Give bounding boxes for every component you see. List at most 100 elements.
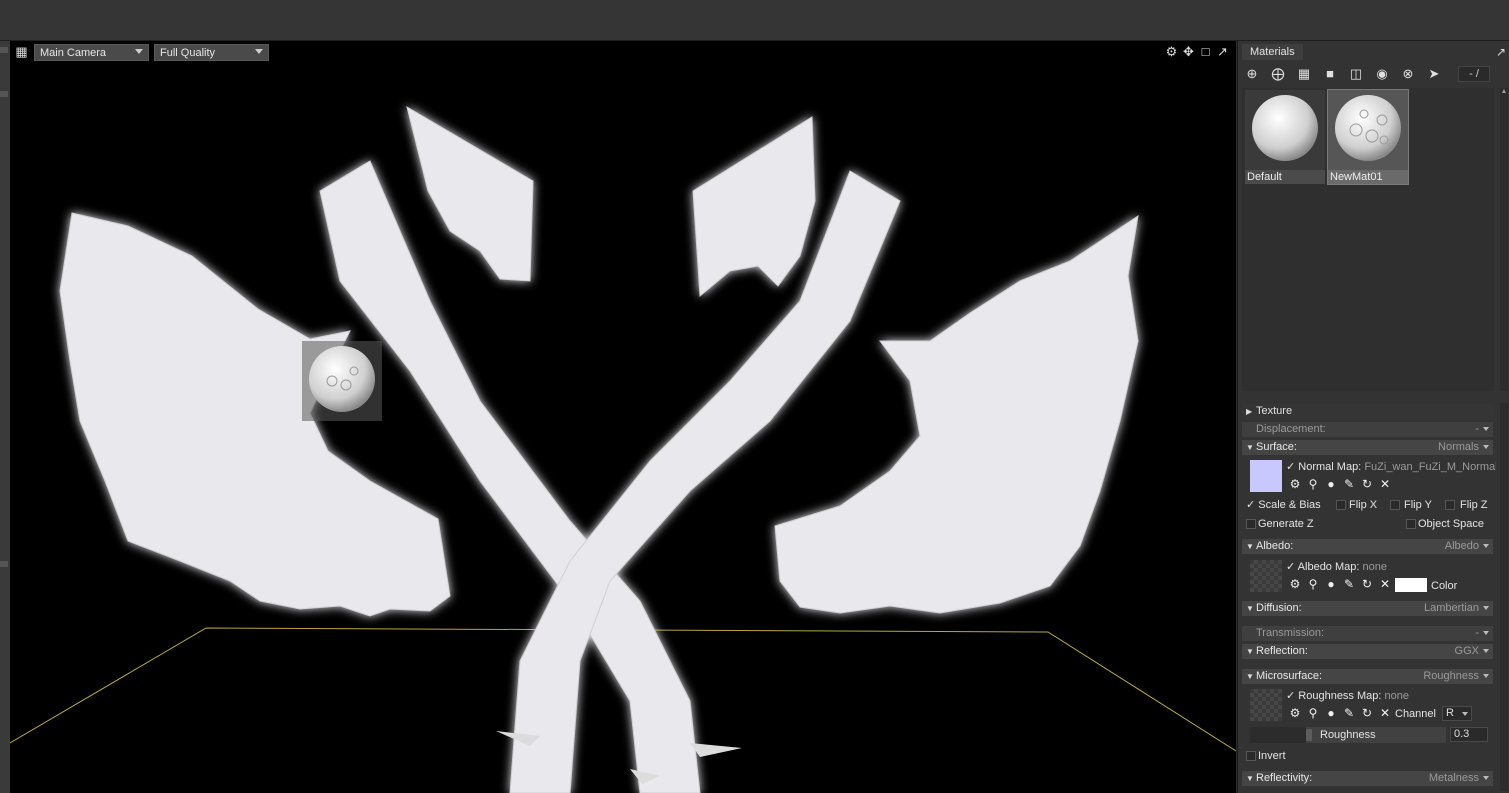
section-microsurface[interactable]: ▼ Microsurface: Roughness [1242,669,1493,684]
section-reflectivity[interactable]: ▼ Reflectivity: Metalness [1242,771,1493,786]
close-icon[interactable]: ✕ [1376,477,1394,491]
albedo-map-swatch[interactable] [1250,560,1282,592]
close-icon[interactable]: ✕ [1376,706,1394,720]
scale-bias-checkbox[interactable]: ✓ Scale & Bias [1246,497,1321,513]
folder-icon[interactable]: ■ [1322,66,1338,82]
gear-icon[interactable]: ⚙ [1286,577,1304,591]
gear-icon[interactable]: ⚙ [1165,45,1178,58]
duplicate-icon[interactable]: ⨁ [1270,66,1286,82]
section-label: Displacement: [1256,423,1326,435]
roughness-map-row[interactable]: ✓ Roughness Map: none [1286,688,1496,704]
channel-icon[interactable]: ● [1322,577,1340,591]
flip-x-label: Flip X [1349,499,1378,511]
flip-z-checkbox[interactable] [1445,500,1455,510]
section-displacement[interactable]: Displacement: - [1242,422,1493,437]
edit-icon[interactable]: ✎ [1340,477,1358,491]
viewport-toolbar: ▦ Main Camera Full Quality ⚙ ✥ □ ↗ [10,41,1236,63]
dock-handle[interactable] [0,561,8,567]
material-default[interactable]: Default [1245,90,1325,184]
chevron-down-icon [1483,544,1489,548]
material-newmat01[interactable]: NewMat01 [1327,89,1409,185]
section-value: - [1475,423,1479,435]
flip-y-label: Flip Y [1404,499,1432,511]
channel-icon[interactable]: ● [1322,477,1340,491]
flip-x-checkbox[interactable] [1336,500,1346,510]
channel-select[interactable]: R [1442,706,1472,721]
roughness-slider[interactable]: Roughness [1250,727,1446,743]
close-icon[interactable]: ⊗ [1400,66,1416,82]
popout-icon[interactable]: ↗ [1216,45,1229,58]
gear-icon[interactable]: ⚙ [1286,706,1304,720]
frame-icon[interactable]: □ [1199,45,1212,58]
roughness-map-swatch[interactable] [1250,689,1282,721]
material-preview-thumbnail[interactable] [302,341,382,421]
channel-icon[interactable]: ● [1322,706,1340,720]
camera-select[interactable]: Main Camera [34,44,149,61]
channel-label: Channel [1395,708,1436,720]
collapse-icon: ▼ [1246,647,1254,656]
gear-icon[interactable]: ⚙ [1286,477,1304,491]
edit-icon[interactable]: ✎ [1340,706,1358,720]
3d-viewport[interactable]: ▦ Main Camera Full Quality ⚙ ✥ □ ↗ [10,41,1236,793]
edit-icon[interactable]: ✎ [1340,577,1358,591]
section-label: Surface: [1256,441,1297,453]
reload-icon[interactable]: ↻ [1358,577,1376,591]
section-reflection[interactable]: ▼ Reflection: GGX [1242,644,1493,659]
map-value: none [1384,690,1409,702]
map-value: FuZi_wan_FuZi_M_Normal [1364,461,1496,473]
invert-label: Invert [1258,750,1286,762]
object-space-checkbox[interactable] [1406,519,1416,529]
material-grid: Default NewMat01 [1242,88,1494,391]
dock-handle[interactable] [0,47,8,53]
albedo-map-row[interactable]: ✓ Albedo Map: none [1286,559,1496,575]
section-label: Diffusion: [1256,602,1302,614]
reload-icon[interactable]: ↻ [1358,477,1376,491]
section-diffusion[interactable]: ▼ Diffusion: Lambertian [1242,601,1493,616]
section-texture[interactable]: ▶ Texture [1242,404,1493,419]
quality-select[interactable]: Full Quality [154,44,269,61]
section-surface[interactable]: ▼ Surface: Normals [1242,440,1493,455]
normal-map-row[interactable]: ✓ Normal Map: FuZi_wan_FuZi_M_Normal [1286,459,1496,475]
add-icon[interactable]: ⊕ [1244,66,1260,82]
search-icon[interactable]: ⚲ [1304,577,1322,591]
channel-value: R [1446,707,1454,719]
popout-icon[interactable]: ↗ [1496,45,1506,59]
camera-icon[interactable]: ▦ [15,45,28,58]
section-value: Lambertian [1423,602,1479,614]
albedo-color-swatch[interactable] [1395,578,1427,592]
section-transmission[interactable]: Transmission: - [1242,626,1493,641]
move-icon[interactable]: ✥ [1182,45,1195,58]
trash-icon[interactable]: ◫ [1348,66,1364,82]
sphere-preview [309,346,375,412]
tab-materials[interactable]: Materials [1242,44,1303,60]
select-icon[interactable]: ◉ [1374,66,1390,82]
properties-scrollbar[interactable] [1500,403,1508,791]
generate-z-checkbox[interactable] [1246,519,1256,529]
material-counter[interactable]: - / [1458,66,1490,82]
normal-map-swatch[interactable] [1250,460,1282,492]
section-albedo[interactable]: ▼ Albedo: Albedo [1242,539,1493,554]
search-icon[interactable]: ⚲ [1304,477,1322,491]
map-tools: ⚙ ⚲ ● ✎ ↻ ✕ [1286,577,1394,593]
flip-y-checkbox[interactable] [1390,500,1400,510]
scene-render[interactable] [10,41,1236,793]
search-icon[interactable]: ⚲ [1304,706,1322,720]
invert-checkbox[interactable] [1246,751,1256,761]
roughness-value-input[interactable]: 0.3 [1450,727,1488,742]
invert-row: Invert [1242,748,1493,764]
slider-handle[interactable] [1306,729,1312,741]
close-icon[interactable]: ✕ [1376,577,1394,591]
reload-icon[interactable]: ↻ [1358,706,1376,720]
materials-scrollbar[interactable]: ▲ [1500,88,1508,391]
chevron-down-icon [1483,445,1489,449]
sphere-preview [1252,95,1318,161]
next-icon[interactable]: ➤ [1426,66,1442,82]
checker-icon[interactable]: ▦ [1296,66,1312,82]
object-space-label: Object Space [1418,518,1485,530]
dock-handle[interactable] [0,91,8,97]
chevron-down-icon [1483,649,1489,653]
slider-fill [1250,727,1306,743]
scroll-up-icon[interactable]: ▲ [1500,88,1508,96]
material-label: Default [1245,170,1325,184]
camera-select-value: Main Camera [40,47,107,59]
